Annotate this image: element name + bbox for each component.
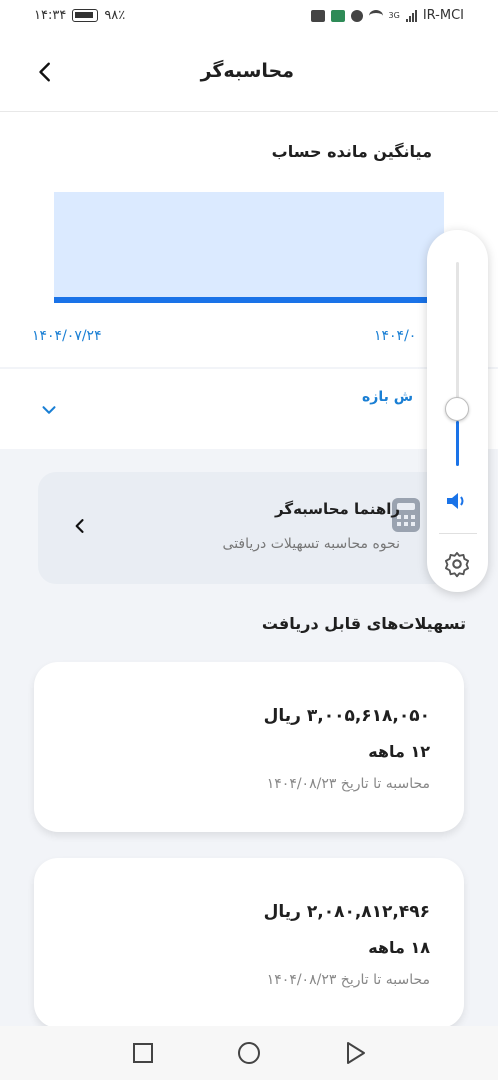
volume-panel <box>427 230 488 592</box>
guide-subtitle: نحوه محاسبه تسهیلات دریافتی <box>222 536 400 552</box>
back-button[interactable] <box>30 56 62 88</box>
volume-slider-handle[interactable] <box>445 397 469 421</box>
triangle-icon[interactable] <box>342 1040 368 1066</box>
app-notification-icon <box>330 9 345 22</box>
section-title: تسهیلات‌های قابل دریافت <box>261 614 466 633</box>
chevron-left-icon <box>75 519 84 533</box>
battery-percent: ۹۸٪ <box>104 8 126 23</box>
balance-chart-card: میانگین مانده حساب ۱۴۰۴/۰۷/۲۴ ۱۴۰۴/۰ <box>0 112 498 367</box>
carrier: IR-MCI <box>422 8 464 23</box>
loan-date: محاسبه تا تاریخ ۱۴۰۴/۰۸/۲۳ <box>266 972 430 988</box>
loan-amount: ۲,۰۸۰,۸۱۲,۴۹۶ ریال <box>263 902 430 922</box>
guide-title: راهنما محاسبه‌گر <box>275 500 400 518</box>
signal-icon <box>405 9 417 22</box>
network-type: 3G <box>388 11 400 20</box>
gear-icon[interactable] <box>443 550 471 578</box>
circle-icon[interactable] <box>236 1040 262 1066</box>
loan-card[interactable]: ۳,۰۰۵,۶۱۸,۰۵۰ ریال ۱۲ ماهه محاسبه تا تار… <box>34 662 464 832</box>
speaker-icon[interactable] <box>445 490 471 512</box>
loan-amount: ۳,۰۰۵,۶۱۸,۰۵۰ ریال <box>263 706 430 726</box>
battery-icon <box>72 9 99 22</box>
chart-x-tick-end: ۱۴۰۴/۰ <box>374 328 417 344</box>
status-right: 3G IR-MCI <box>310 8 464 23</box>
loan-date: محاسبه تا تاریخ ۱۴۰۴/۰۸/۲۳ <box>266 776 430 792</box>
wifi-icon <box>368 9 383 22</box>
chevron-down-icon[interactable] <box>38 399 60 421</box>
chat-icon <box>350 9 363 22</box>
system-nav-bar <box>0 1026 498 1080</box>
clock: ۱۴:۳۴ <box>34 8 67 23</box>
calculator-guide-card[interactable]: راهنما محاسبه‌گر نحوه محاسبه تسهیلات دری… <box>38 472 458 584</box>
loan-card[interactable]: ۲,۰۸۰,۸۱۲,۴۹۶ ریال ۱۸ ماهه محاسبه تا تار… <box>34 858 464 1028</box>
chart-area-fill <box>54 192 444 300</box>
mail-icon <box>310 9 325 22</box>
chart-x-tick-start: ۱۴۰۴/۰۷/۲۴ <box>32 328 102 344</box>
volume-divider <box>439 533 477 534</box>
loan-term: ۱۸ ماهه <box>368 938 430 957</box>
chevron-left-icon <box>39 62 50 82</box>
range-label: ش بازه <box>362 389 414 405</box>
square-icon[interactable] <box>130 1040 156 1066</box>
page-title: محاسبه‌گر <box>200 60 294 82</box>
chart-title: میانگین مانده حساب <box>271 142 432 161</box>
loan-term: ۱۲ ماهه <box>368 742 430 761</box>
app-header: محاسبه‌گر <box>0 34 498 112</box>
range-selector[interactable]: ش بازه <box>0 369 498 449</box>
volume-slider-fill <box>456 421 459 466</box>
balance-chart <box>54 192 444 303</box>
status-bar: ۱۴:۳۴ ۹۸٪ 3G IR-MCI <box>0 0 498 34</box>
status-left: ۱۴:۳۴ ۹۸٪ <box>34 8 125 23</box>
